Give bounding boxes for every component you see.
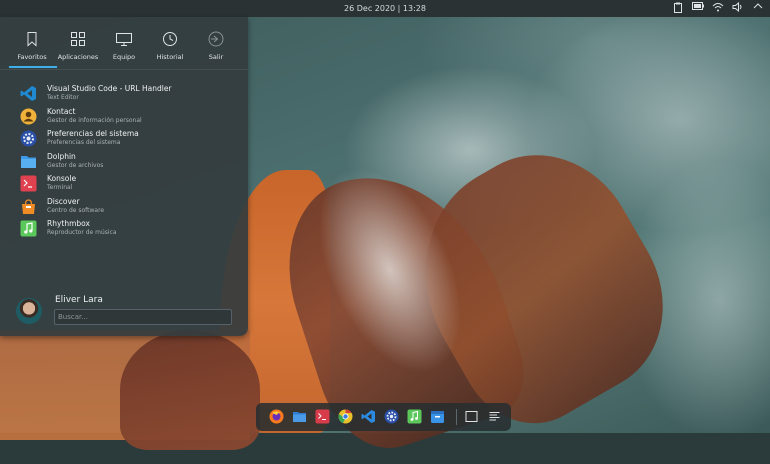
application-launcher: Favoritos Aplicaciones Equipo Historial … <box>0 17 248 336</box>
user-name: Eliver Lara <box>55 295 103 305</box>
music-icon[interactable] <box>407 409 422 424</box>
app-description: Preferencias del sistema <box>47 139 121 146</box>
monitor-icon <box>116 33 132 46</box>
terminal-icon[interactable] <box>315 409 330 424</box>
music-icon <box>20 220 37 237</box>
tab-favoritos[interactable]: Favoritos <box>9 17 57 68</box>
system-tray <box>672 1 764 14</box>
app-name: Kontact <box>47 106 76 116</box>
list-item-discover[interactable]: Discover Centro de software <box>20 196 240 219</box>
app-description: Gestor de información personal <box>47 116 142 124</box>
battery-icon[interactable] <box>692 2 704 14</box>
firefox-icon[interactable] <box>269 409 284 424</box>
settings-icon <box>20 130 37 147</box>
app-description: Text Editor <box>47 94 79 101</box>
list-item-kontact[interactable]: Kontact Gestor de información personal <box>20 106 240 129</box>
app-name: Konsole <box>47 174 77 183</box>
avatar[interactable] <box>16 298 42 324</box>
bookmark-icon <box>27 32 37 47</box>
tab-label: Equipo <box>112 53 136 61</box>
list-item-dolphin[interactable]: Dolphin Gestor de archivos <box>20 151 240 174</box>
store-icon[interactable] <box>430 409 445 424</box>
wallpaper-rock <box>120 330 260 450</box>
dock-separator <box>456 409 457 425</box>
app-description: Gestor de archivos <box>47 161 104 169</box>
app-name: Preferencias del sistema <box>47 129 139 138</box>
app-description: Centro de software <box>47 206 105 214</box>
search-field[interactable] <box>54 309 232 325</box>
clock-icon <box>163 32 177 46</box>
wifi-icon[interactable] <box>712 2 724 14</box>
clock[interactable]: 26 Dec 2020 | 13:28 <box>0 4 770 13</box>
terminal-icon <box>20 175 37 192</box>
app-name: Dolphin <box>47 151 76 161</box>
app-description: Terminal <box>47 184 73 191</box>
search-input[interactable] <box>58 310 226 324</box>
tab-salir[interactable]: Salir <box>193 17 239 67</box>
tab-label: Favoritos <box>17 53 47 61</box>
settings-icon[interactable] <box>384 409 399 424</box>
launcher-tabs: Favoritos Aplicaciones Equipo Historial … <box>0 17 248 69</box>
volume-icon[interactable] <box>732 1 744 14</box>
tab-label: Salir <box>208 53 224 61</box>
folder-icon[interactable] <box>292 409 307 424</box>
discover-icon <box>22 198 35 214</box>
list-item-vscode[interactable]: Visual Studio Code - URL Handler Text Ed… <box>20 83 240 106</box>
vscode-icon <box>20 86 36 101</box>
favorites-list: Visual Studio Code - URL Handler Text Ed… <box>20 83 240 241</box>
tab-aplicaciones[interactable]: Aplicaciones <box>55 17 101 67</box>
tab-historial[interactable]: Historial <box>147 17 193 67</box>
list-item-preferencias[interactable]: Preferencias del sistema Preferencias de… <box>20 128 240 151</box>
list-item-konsole[interactable]: Konsole Terminal <box>20 173 240 196</box>
menu-icon[interactable] <box>487 409 502 424</box>
chrome-icon[interactable] <box>338 409 353 424</box>
dock <box>256 403 511 431</box>
list-item-rhythmbox[interactable]: Rhythmbox Reproductor de música <box>20 218 240 241</box>
window-icon[interactable] <box>464 409 479 424</box>
logout-icon <box>208 31 224 47</box>
tab-label: Historial <box>156 53 184 61</box>
vscode-icon[interactable] <box>361 409 376 424</box>
tab-label: Aplicaciones <box>57 53 99 61</box>
tab-equipo[interactable]: Equipo <box>101 17 147 67</box>
app-name: Discover <box>47 196 80 206</box>
chevron-up-icon[interactable] <box>752 2 764 14</box>
kontact-icon <box>20 108 37 124</box>
divider <box>0 69 248 70</box>
folder-icon <box>21 155 36 168</box>
clipboard-icon[interactable] <box>672 2 684 14</box>
top-panel: 26 Dec 2020 | 13:28 <box>0 0 770 17</box>
grid-icon <box>71 32 85 46</box>
app-description: Reproductor de música <box>47 229 117 236</box>
app-name: Visual Studio Code - URL Handler <box>47 84 172 93</box>
app-name: Rhythmbox <box>47 219 90 228</box>
